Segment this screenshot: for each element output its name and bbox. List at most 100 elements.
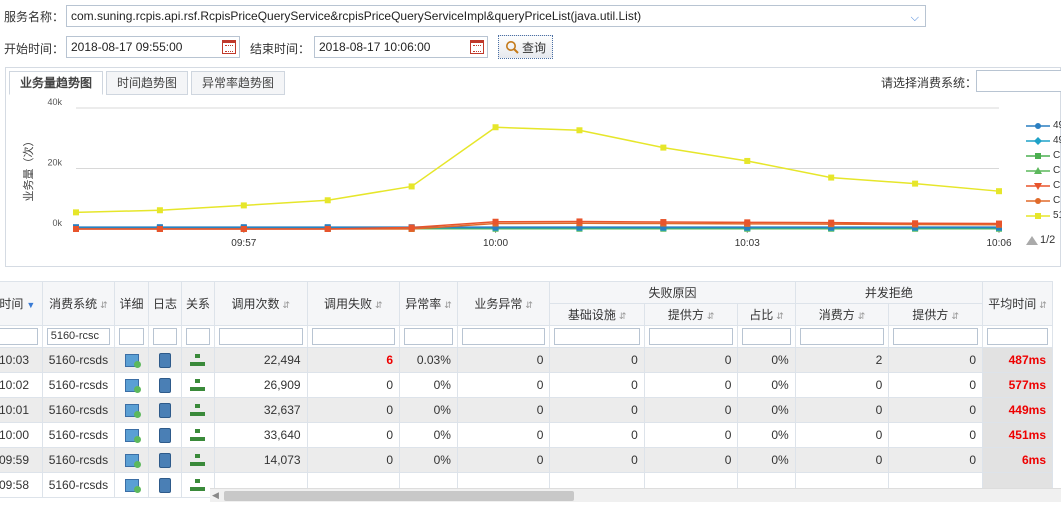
- service-select[interactable]: com.suning.rcpis.api.rsf.RcpisPriceQuery…: [66, 5, 926, 27]
- relation-tree-icon[interactable]: [190, 354, 206, 367]
- col-infra[interactable]: 基础设施 ⇵: [549, 303, 645, 326]
- sort-icon[interactable]: ⇵: [951, 311, 959, 321]
- cell-log[interactable]: [148, 372, 183, 398]
- log-icon[interactable]: [159, 477, 172, 493]
- filter-avg-time-input[interactable]: [987, 328, 1048, 345]
- relation-tree-icon[interactable]: [190, 479, 206, 492]
- detail-icon[interactable]: [124, 429, 141, 444]
- log-icon[interactable]: [159, 402, 172, 418]
- cell-detail[interactable]: [114, 472, 150, 498]
- filter-log-input[interactable]: [153, 328, 178, 345]
- sort-desc-icon[interactable]: ▼: [26, 300, 35, 310]
- filter-error-rate-input[interactable]: [404, 328, 453, 345]
- sort-icon[interactable]: ⇵: [1039, 300, 1047, 310]
- table-row[interactable]: 09:59 5160-rcsds 14,073 0 0% 0 0 0 0% 0 0 6ms: [0, 447, 1053, 473]
- col-biz-error[interactable]: 业务异常 ⇵: [456, 281, 551, 326]
- table-row[interactable]: 10:01 5160-rcsds 32,637 0 0% 0 0 0 0% 0 0 449ms: [0, 397, 1053, 423]
- filter-reject-consumer-input[interactable]: [799, 328, 885, 345]
- log-icon[interactable]: [159, 427, 172, 443]
- filter-provider-input[interactable]: [648, 328, 734, 345]
- sort-icon[interactable]: ⇵: [619, 311, 627, 321]
- filter-time-input[interactable]: [0, 328, 38, 345]
- sort-icon[interactable]: ⇵: [444, 300, 452, 310]
- pager-up-icon[interactable]: [1026, 235, 1038, 245]
- sort-icon[interactable]: ⇵: [776, 311, 784, 321]
- col-error-rate[interactable]: 异常率 ⇵: [399, 281, 458, 326]
- detail-icon[interactable]: [124, 454, 141, 469]
- cell-relation[interactable]: [181, 422, 216, 448]
- legend-item[interactable]: CM: [1026, 163, 1061, 178]
- calendar-icon[interactable]: [222, 40, 236, 54]
- legend-item[interactable]: CM: [1026, 148, 1061, 163]
- calendar-icon[interactable]: [470, 40, 484, 54]
- sort-icon[interactable]: ⇵: [858, 311, 866, 321]
- col-failures[interactable]: 调用失败 ⇵: [306, 281, 401, 326]
- cell-log[interactable]: [148, 422, 183, 448]
- detail-icon[interactable]: [124, 479, 141, 494]
- col-ratio[interactable]: 占比 ⇵: [737, 303, 796, 326]
- end-time-label: 结束时间：: [250, 42, 311, 56]
- cell-log[interactable]: [148, 397, 183, 423]
- sort-icon[interactable]: ⇵: [525, 300, 533, 310]
- table-row[interactable]: 10:02 5160-rcsds 26,909 0 0% 0 0 0 0% 0 0 577ms: [0, 372, 1053, 398]
- legend-item[interactable]: CM: [1026, 193, 1061, 208]
- scrollbar-thumb[interactable]: [224, 491, 574, 501]
- col-consumer[interactable]: 消费系统 ⇵: [41, 281, 116, 326]
- sort-icon[interactable]: ⇵: [283, 300, 291, 310]
- log-icon[interactable]: [159, 352, 172, 368]
- relation-tree-icon[interactable]: [190, 454, 206, 467]
- chevron-down-icon[interactable]: ⌵: [911, 8, 919, 28]
- cell-detail[interactable]: [114, 422, 150, 448]
- cell-detail[interactable]: [114, 397, 150, 423]
- cell-relation[interactable]: [181, 347, 216, 373]
- cell-relation[interactable]: [181, 372, 216, 398]
- col-reject-consumer[interactable]: 消费方 ⇵: [794, 303, 890, 326]
- col-reject-provider[interactable]: 提供方 ⇵: [888, 303, 984, 326]
- legend-item[interactable]: 494: [1026, 133, 1061, 148]
- end-time-input[interactable]: 2018-08-17 10:06:00: [314, 36, 488, 58]
- legend-item[interactable]: CM: [1026, 178, 1061, 193]
- sort-icon[interactable]: ⇵: [707, 311, 715, 321]
- table-row[interactable]: 10:00 5160-rcsds 33,640 0 0% 0 0 0 0% 0 0 451ms: [0, 422, 1053, 448]
- filter-ratio-input[interactable]: [742, 328, 791, 345]
- filter-reject-provider-input[interactable]: [893, 328, 979, 345]
- col-time[interactable]: 时间 ▼: [0, 281, 43, 326]
- detail-icon[interactable]: [124, 404, 141, 419]
- detail-icon[interactable]: [124, 354, 141, 369]
- filter-biz-error-input[interactable]: [461, 328, 546, 345]
- col-avg-time[interactable]: 平均时间 ⇵: [982, 281, 1053, 326]
- col-provider[interactable]: 提供方 ⇵: [643, 303, 739, 326]
- horizontal-scrollbar[interactable]: ◀: [210, 488, 1061, 502]
- filter-failures-input[interactable]: [311, 328, 396, 345]
- table-row[interactable]: 10:03 5160-rcsds 22,494 6 0.03% 0 0 0 0% 2 0 487ms: [0, 347, 1053, 373]
- col-calls[interactable]: 调用次数 ⇵: [214, 281, 308, 326]
- sort-icon[interactable]: ⇵: [375, 300, 383, 310]
- relation-tree-icon[interactable]: [190, 379, 206, 392]
- scroll-left-icon[interactable]: ◀: [212, 490, 219, 501]
- cell-detail[interactable]: [114, 347, 150, 373]
- relation-tree-icon[interactable]: [190, 404, 206, 417]
- filter-calls-input[interactable]: [219, 328, 303, 345]
- filter-detail-input[interactable]: [119, 328, 145, 345]
- relation-tree-icon[interactable]: [190, 429, 206, 442]
- detail-icon[interactable]: [124, 379, 141, 394]
- query-button[interactable]: 查询: [498, 35, 553, 59]
- cell-detail[interactable]: [114, 447, 150, 473]
- cell-log[interactable]: [148, 347, 183, 373]
- cell-relation[interactable]: [181, 447, 216, 473]
- cell-detail[interactable]: [114, 372, 150, 398]
- cell-relation[interactable]: [181, 397, 216, 423]
- start-time-input[interactable]: 2018-08-17 09:55:00: [66, 36, 240, 58]
- legend-item[interactable]: 516: [1026, 208, 1061, 223]
- log-icon[interactable]: [159, 452, 172, 468]
- legend-item[interactable]: 494: [1026, 118, 1061, 133]
- data-point: [240, 226, 247, 232]
- sort-icon[interactable]: ⇵: [100, 300, 108, 310]
- filter-relation-input[interactable]: [186, 328, 211, 345]
- filter-consumer-input[interactable]: 5160-rcsc: [46, 328, 111, 345]
- cell-log[interactable]: [148, 472, 183, 498]
- cell-log[interactable]: [148, 447, 183, 473]
- log-icon[interactable]: [159, 377, 172, 393]
- filter-infra-input[interactable]: [554, 328, 640, 345]
- group-concurrency-reject: 并发拒绝: [794, 281, 984, 304]
